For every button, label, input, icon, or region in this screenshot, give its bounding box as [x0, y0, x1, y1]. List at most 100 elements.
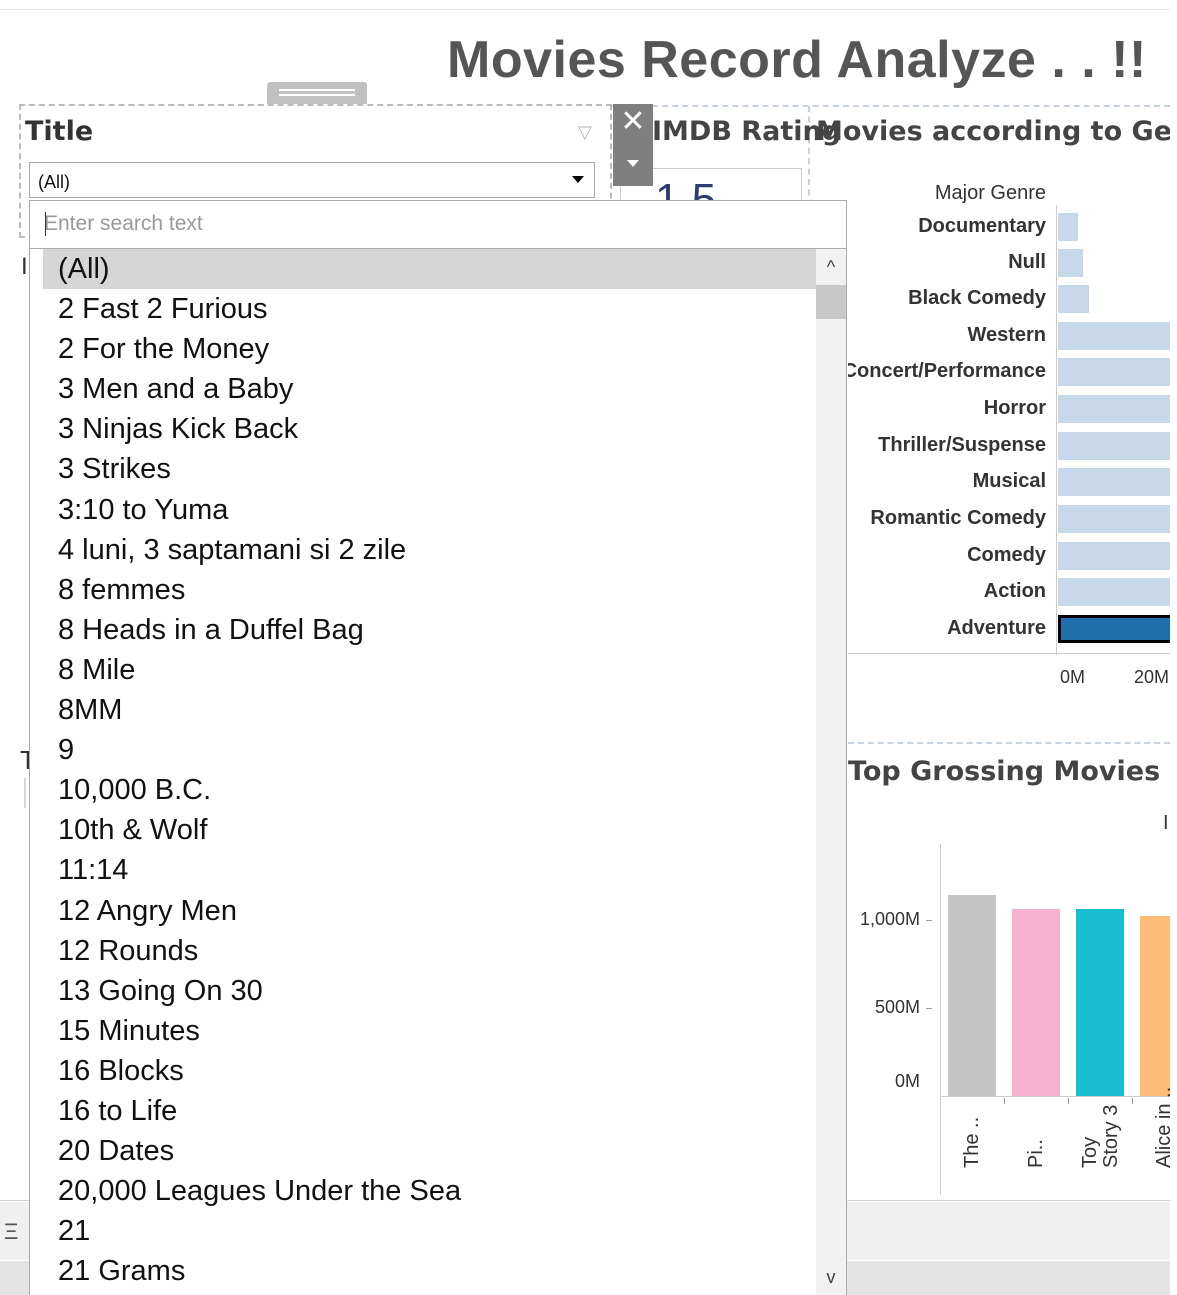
genre-label: Thriller/Suspense [878, 434, 1046, 456]
genre-chart: Documentary Null Black Comedy Western Concer… [848, 205, 1170, 695]
genre-label: Action [983, 580, 1046, 602]
genre-chart-title: Movies according to Genre [816, 116, 1170, 147]
filter-option[interactable]: 10,000 B.C. [43, 770, 816, 810]
scroll-down-icon[interactable]: v [816, 1267, 846, 1288]
filter-option[interactable]: 16 to Life [43, 1091, 816, 1131]
genre-label: Musical [972, 470, 1046, 492]
filter-option[interactable]: 3 Men and a Baby [43, 369, 816, 409]
dashboard-title: Movies Record Analyze . . !! [447, 31, 1147, 89]
gross-x-label: Alice in .. [1153, 1086, 1170, 1168]
scroll-thumb[interactable] [816, 285, 846, 319]
gross-y-tickmark [926, 1008, 932, 1009]
scrollbar[interactable]: ^ v [816, 249, 846, 1295]
genre-bar[interactable] [1058, 615, 1170, 643]
gross-x-tickmark [1068, 1098, 1069, 1104]
search-input[interactable] [44, 209, 824, 239]
genre-bar[interactable] [1058, 468, 1170, 496]
top-grossing-chart: 1,000M 500M 0M The .. Pi.. Toy Story 3 Alice i… [848, 840, 1170, 1200]
filter-control-box: ✕ [613, 104, 653, 186]
filter-drag-handle[interactable] [267, 82, 367, 104]
filter-option[interactable]: 4 luni, 3 saptamani si 2 zile [43, 530, 816, 570]
gross-x-label: Pi.. [1025, 1139, 1047, 1168]
filter-option[interactable]: 12 Angry Men [43, 891, 816, 931]
genre-label: Black Comedy [908, 287, 1046, 309]
title-filter-select[interactable]: (All) [29, 162, 595, 198]
genre-bar[interactable] [1058, 213, 1078, 241]
genre-bar[interactable] [1058, 249, 1084, 277]
filter-option[interactable]: 3:10 to Yuma [43, 490, 816, 530]
genre-bar[interactable] [1058, 432, 1170, 460]
filter-option[interactable]: 15 Minutes [43, 1011, 816, 1051]
genre-bar[interactable] [1058, 505, 1170, 533]
filter-option[interactable]: 8 Mile [43, 650, 816, 690]
filter-option[interactable]: 21 [43, 1211, 816, 1251]
search-box [30, 201, 846, 249]
gross-y-tick: 500M [874, 997, 920, 1017]
filter-option[interactable]: 11:14 [43, 850, 816, 890]
genre-bar[interactable] [1058, 542, 1170, 570]
genre-x-tick: 0M [1060, 667, 1086, 687]
filter-option[interactable]: 10th & Wolf [43, 810, 816, 850]
gross-bar[interactable] [1012, 908, 1060, 1096]
text-cursor [45, 212, 46, 236]
filter-option[interactable]: 20 Dates [43, 1131, 816, 1171]
pane-border-top [612, 105, 1170, 107]
gross-x-label: The .. [961, 1116, 983, 1168]
filter-option[interactable]: 12 Rounds [43, 931, 816, 971]
filter-option[interactable]: 21 Grams [43, 1251, 816, 1291]
genre-bar[interactable] [1058, 285, 1089, 313]
genre-x-axis [848, 653, 1170, 654]
gross-bar[interactable] [948, 895, 996, 1096]
imdb-rating-title: IMDB Rating [652, 116, 842, 147]
gross-bar[interactable] [1140, 916, 1170, 1096]
genre-label: Horror [983, 397, 1046, 419]
filter-option[interactable]: 20,000 Leagues Under the Sea [43, 1171, 816, 1211]
genre-label: Romantic Comedy [870, 507, 1046, 529]
filter-option[interactable]: 2 Fast 2 Furious [43, 289, 816, 329]
genre-label: Adventure [947, 617, 1046, 639]
filter-title: Title [25, 116, 94, 147]
gross-x-tickmark [1004, 1098, 1005, 1104]
filter-option[interactable]: 13 Going On 30 [43, 971, 816, 1011]
hidden-pane-label: I [21, 253, 28, 280]
filter-menu-caret-icon[interactable] [627, 160, 639, 167]
gross-y-axis [940, 844, 941, 1194]
hidden-pane-line [24, 778, 26, 808]
genre-axis-header: Major Genre [934, 182, 1046, 204]
genre-label: Concert/Performance [848, 360, 1046, 382]
close-icon[interactable]: ✕ [613, 106, 653, 138]
filter-options-list: (All) 2 Fast 2 Furious 2 For the Money 3 Me… [43, 249, 816, 1291]
filter-dropdown: (All)2 Fast 2 Furious2 For the Money3 Me… [29, 200, 847, 1295]
gross-y-tick: 0M [894, 1071, 920, 1091]
genre-bar[interactable] [1058, 578, 1170, 606]
gross-bar[interactable] [1076, 909, 1124, 1096]
genre-label: Null [1008, 251, 1046, 273]
scroll-up-icon[interactable]: ^ [816, 257, 846, 278]
pane-border-middle [848, 742, 1170, 744]
filter-option[interactable]: 3 Strikes [43, 449, 816, 489]
filter-option[interactable]: 2 For the Money [43, 329, 816, 369]
filter-funnel-icon[interactable]: ▽ [578, 122, 592, 143]
filter-option[interactable]: 8 Heads in a Duffel Bag [43, 610, 816, 650]
sheet-icon[interactable]: Ξ [4, 1219, 18, 1245]
genre-bar[interactable] [1058, 395, 1170, 423]
filter-option[interactable]: 8 femmes [43, 570, 816, 610]
filter-option[interactable]: 16 Blocks [43, 1051, 816, 1091]
filter-option[interactable]: (All) [43, 249, 816, 290]
gross-x-axis [940, 1096, 1170, 1097]
gross-y-tickmark [926, 920, 932, 921]
genre-bar[interactable] [1058, 322, 1170, 350]
genre-x-tick: 20M [1134, 667, 1170, 687]
genre-label: Western [967, 324, 1046, 346]
filter-selected-value: (All) [38, 172, 70, 192]
filter-option[interactable]: 3 Ninjas Kick Back [43, 409, 816, 449]
filter-option[interactable]: 8MM [43, 690, 816, 730]
top-divider [0, 9, 1170, 10]
gross-y-tick: 1,000M [859, 909, 920, 929]
top-grossing-legend-fragment: I [1163, 812, 1169, 834]
gross-x-tickmark [1132, 1098, 1133, 1104]
gross-x-label: Toy Story 3 [1079, 1104, 1122, 1168]
filter-option[interactable]: 9 [43, 730, 816, 770]
genre-bar[interactable] [1058, 358, 1170, 386]
genre-y-axis [1056, 205, 1057, 655]
